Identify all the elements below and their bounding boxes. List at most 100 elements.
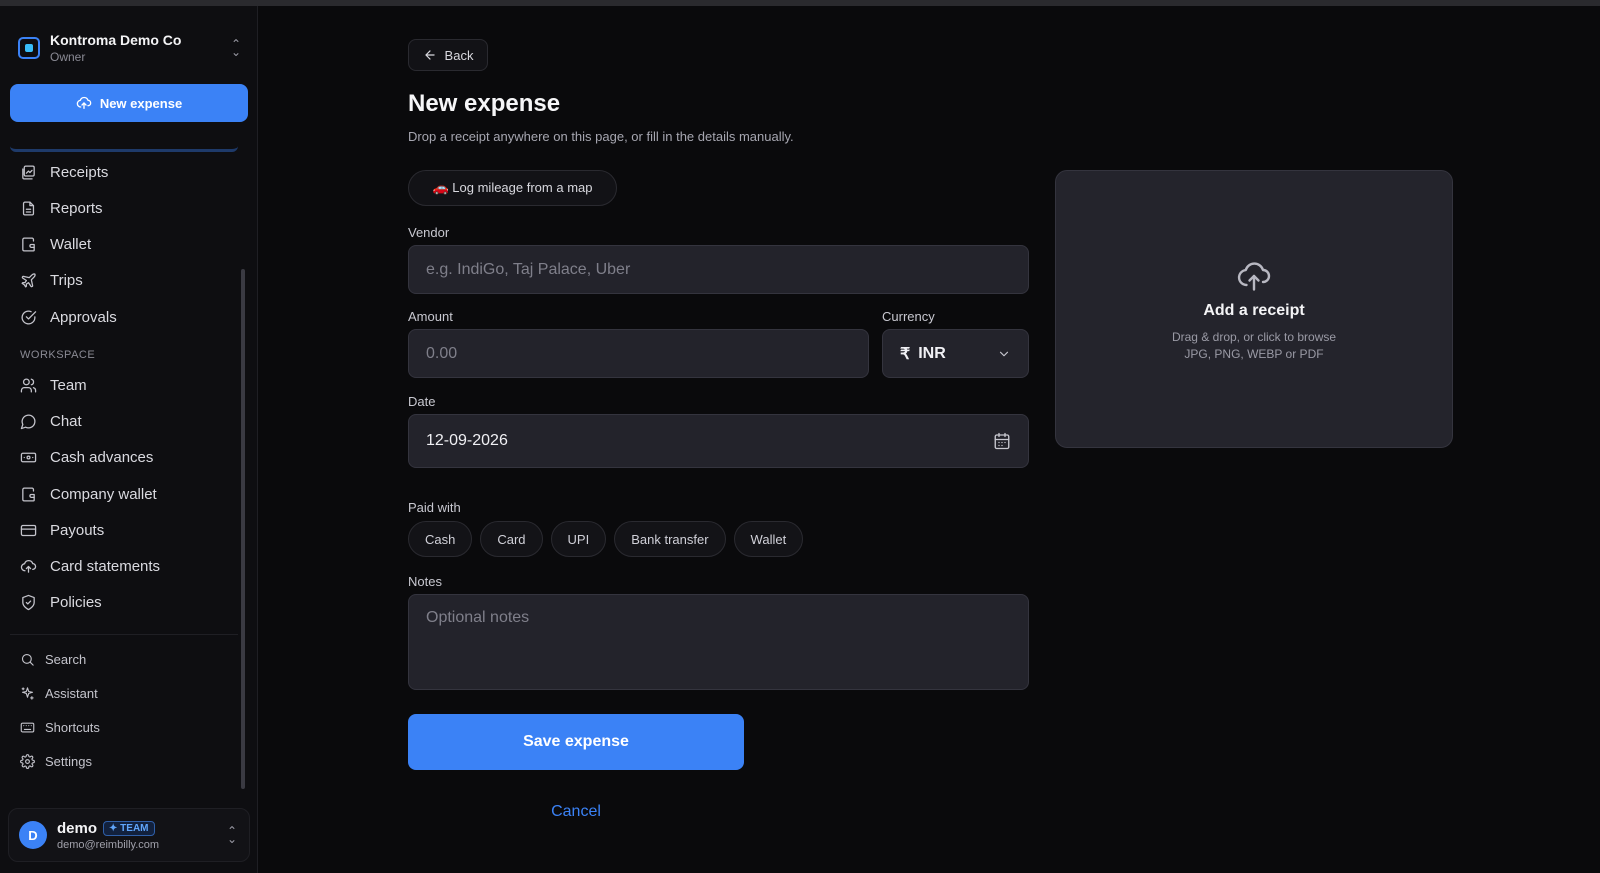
cancel-link[interactable]: Cancel: [408, 803, 744, 821]
sidebar-item-label: Shortcuts: [45, 719, 100, 735]
currency-symbol: ₹: [900, 345, 911, 363]
users-icon: [20, 377, 37, 393]
log-mileage-button[interactable]: 🚗 Log mileage from a map: [408, 170, 617, 206]
shield-icon: [22, 594, 35, 610]
date-label: Date: [408, 394, 436, 409]
back-label: Back: [444, 47, 474, 63]
sidebar: Kontroma Demo Co Owner ⌃ ⌄ New expense Re…: [0, 6, 258, 873]
date-input[interactable]: 12-09-2026: [408, 414, 1029, 468]
sidebar-item-company-wallet[interactable]: Company wallet: [10, 478, 238, 510]
search-icon: [21, 653, 34, 666]
org-switcher[interactable]: Kontroma Demo Co Owner ⌃ ⌄: [18, 28, 243, 68]
avatar: D: [19, 821, 47, 849]
dropzone-title: Add a receipt: [1203, 301, 1305, 319]
sidebar-item-label: Trips: [50, 271, 83, 289]
sidebar-item-shortcuts[interactable]: Shortcuts: [10, 711, 238, 743]
sidebar-item-search[interactable]: Search: [10, 643, 238, 675]
sidebar-item-label: Wallet: [50, 235, 92, 253]
notes-label: Notes: [408, 574, 442, 589]
sidebar-item-cash-advances[interactable]: Cash advances: [10, 441, 238, 473]
page-title: New expense: [408, 90, 561, 117]
sidebar-item-label: Settings: [45, 753, 92, 769]
sidebar-item-payouts[interactable]: Payouts: [10, 514, 238, 546]
paid-with-bank-transfer[interactable]: Bank transfer: [614, 521, 726, 557]
keyboard-icon: [20, 722, 35, 732]
user-name: demo: [57, 819, 98, 837]
amount-input[interactable]: [408, 329, 869, 378]
sidebar-item-chat[interactable]: Chat: [10, 405, 238, 437]
sidebar-item-policies[interactable]: Policies: [10, 586, 238, 618]
chevron-up-down-icon: ⌃ ⌄: [226, 824, 238, 846]
sidebar-item-label: Chat: [50, 412, 82, 430]
sidebar-item-card-statements[interactable]: Card statements: [10, 550, 238, 582]
dropzone-file-types: JPG, PNG, WEBP or PDF: [1184, 346, 1324, 361]
paid-with-card[interactable]: Card: [480, 521, 543, 557]
page-subtitle: Drop a receipt anywhere on this page, or…: [408, 129, 794, 144]
user-menu[interactable]: D demo ✦ TEAM demo@reimbilly.com ⌃ ⌄: [8, 808, 250, 862]
workspace-section-label: WORKSPACE: [20, 349, 96, 361]
sidebar-nav: Receipts Reports Wallet Trips Approvals …: [10, 146, 238, 791]
upload-cloud-icon: [20, 559, 37, 573]
date-value: 12-09-2026: [426, 432, 508, 449]
check-circle-icon: [21, 310, 37, 325]
team-badge: ✦ TEAM: [103, 820, 155, 836]
receipt-dropzone[interactable]: Add a receipt Drag & drop, or click to b…: [1055, 170, 1453, 448]
sidebar-item-label: Receipts: [50, 163, 109, 181]
paid-with-wallet[interactable]: Wallet: [733, 521, 804, 557]
chevron-up-down-icon: ⌃ ⌄: [230, 37, 242, 59]
log-mileage-label: 🚗 Log mileage from a map: [432, 180, 593, 195]
currency-value: INR: [918, 344, 946, 362]
sidebar-item-label: Reports: [50, 199, 103, 217]
sidebar-scrollbar[interactable]: [241, 269, 245, 789]
plane-icon: [21, 272, 36, 288]
nav-scroll-edge: [10, 146, 238, 152]
sidebar-item-approvals[interactable]: Approvals: [10, 301, 238, 333]
sidebar-item-assistant[interactable]: Assistant: [10, 677, 238, 709]
gear-icon: [20, 753, 35, 769]
save-expense-button[interactable]: Save expense: [408, 714, 744, 770]
dropzone-hint: Drag & drop, or click to browse: [1171, 329, 1337, 344]
sidebar-item-label: Assistant: [45, 685, 98, 701]
notes-textarea[interactable]: [408, 594, 1029, 690]
arrow-left-icon: [424, 50, 435, 60]
sparkle-icon: [21, 686, 34, 700]
sidebar-item-settings[interactable]: Settings: [10, 745, 238, 777]
new-expense-label: New expense: [99, 95, 183, 111]
sidebar-item-label: Search: [45, 651, 87, 667]
cash-icon: [20, 452, 37, 462]
wallet-icon: [22, 236, 35, 252]
sidebar-item-label: Policies: [50, 593, 102, 611]
user-email: demo@reimbilly.com: [57, 838, 160, 851]
upload-cloud-icon: [76, 96, 92, 109]
vendor-input[interactable]: [408, 245, 1029, 294]
amount-label: Amount: [408, 309, 453, 324]
currency-select[interactable]: ₹ INR: [882, 329, 1029, 378]
sidebar-item-team[interactable]: Team: [10, 369, 238, 401]
sidebar-item-label: Cash advances: [50, 448, 154, 466]
paid-with-upi[interactable]: UPI: [550, 521, 607, 557]
sidebar-item-wallet[interactable]: Wallet: [10, 228, 238, 260]
sidebar-item-label: Payouts: [50, 521, 105, 539]
org-role: Owner: [50, 50, 86, 64]
card-icon: [20, 524, 37, 536]
sidebar-item-label: Company wallet: [50, 485, 157, 503]
upload-cloud-icon: [1237, 261, 1271, 291]
paid-with-label: Paid with: [408, 500, 461, 515]
paid-with-options: Cash Card UPI Bank transfer Wallet: [408, 521, 804, 557]
sidebar-item-label: Team: [50, 376, 87, 394]
main-content: Back New expense Drop a receipt anywhere…: [259, 6, 1600, 873]
back-button[interactable]: Back: [408, 39, 488, 71]
org-logo-icon: [18, 37, 40, 59]
sidebar-item-trips[interactable]: Trips: [10, 264, 238, 296]
wallet-icon: [22, 486, 35, 502]
sidebar-item-label: Approvals: [50, 308, 117, 326]
chat-icon: [20, 414, 36, 429]
report-icon: [22, 200, 35, 216]
new-expense-button[interactable]: New expense: [10, 84, 248, 122]
receipt-icon: [22, 164, 35, 180]
sidebar-item-receipts[interactable]: Receipts: [10, 156, 238, 188]
calendar-icon[interactable]: [993, 432, 1011, 450]
org-name: Kontroma Demo Co: [50, 32, 182, 48]
paid-with-cash[interactable]: Cash: [408, 521, 473, 557]
sidebar-item-reports[interactable]: Reports: [10, 192, 238, 224]
